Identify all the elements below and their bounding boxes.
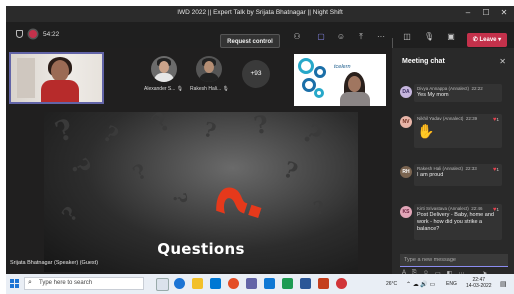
- speaker-video-tile[interactable]: [9, 52, 104, 104]
- more-actions-icon[interactable]: ···: [376, 32, 386, 42]
- message-author: Divya Annappa (Annalect): [417, 86, 470, 91]
- avatar: NV: [400, 116, 412, 128]
- close-window-icon[interactable]: ✕: [498, 8, 510, 17]
- meeting-stage: Alexander S... 🎙 Rakesh Hali... 🎙 +93 tc…: [6, 48, 392, 274]
- message-text: I am proud: [417, 172, 444, 178]
- windows-start-icon[interactable]: [10, 279, 19, 288]
- share-icon[interactable]: ⤒: [356, 32, 366, 42]
- heart-reaction-icon[interactable]: ♥1: [493, 207, 499, 213]
- message-author: Kirti Srivastava (Annalect): [417, 206, 469, 211]
- teams-window: IWD 2022 || Expert Talk by Srijata Bhatn…: [6, 6, 514, 274]
- logo-ring-icon: [298, 58, 314, 74]
- meeting-status: 54:22: [16, 30, 59, 38]
- compose-placeholder: Type a new message: [404, 257, 456, 263]
- question-mark-icon: ?: [202, 177, 281, 233]
- powerpoint-icon[interactable]: [318, 278, 329, 289]
- maximize-icon[interactable]: ☐: [480, 8, 492, 17]
- outlook-icon[interactable]: [264, 278, 275, 289]
- avatar: [196, 56, 223, 82]
- mic-muted-icon: 🎙: [176, 86, 184, 92]
- participant-name: Rakesh Hali...: [190, 86, 222, 92]
- excel-icon[interactable]: [282, 278, 293, 289]
- message-author: Rakesh Hali (Annalect): [417, 166, 464, 171]
- tray-icons[interactable]: ⌃ ☁ 🔊 ▭: [406, 281, 435, 288]
- notifications-icon[interactable]: ▤: [500, 280, 507, 288]
- window-title: IWD 2022 || Expert Talk by Srijata Bhatn…: [177, 9, 343, 16]
- search-icon: ⌕: [28, 279, 32, 286]
- participant-tile[interactable]: Alexander S... 🎙: [144, 56, 183, 92]
- avatar: [150, 56, 177, 82]
- teams-icon[interactable]: [246, 278, 257, 289]
- camera-icon[interactable]: ◫: [402, 32, 412, 42]
- shared-slide: ? ? ? ? ? ? ? ? ? ? ? ? ? Questions: [44, 112, 358, 272]
- chat-header: Meeting chat: [402, 58, 445, 65]
- avatar: RH: [400, 166, 412, 178]
- toolbar-divider: [392, 38, 393, 48]
- mic-muted-icon: 🎙: [222, 86, 229, 92]
- taskbar-search-input[interactable]: ⌕ Type here to search: [24, 277, 144, 290]
- participant-name: Alexander S...: [144, 86, 176, 92]
- request-control-button[interactable]: Request control: [220, 34, 280, 48]
- windows-taskbar: ⌕ Type here to search 26°C ⌃ ☁ 🔊 ▭ ENG 2…: [6, 274, 514, 294]
- meeting-toolbar: 54:22 Request control ⚇ ▢ ☺ ⤒ ··· ◫ 🎙 ▣ …: [6, 22, 514, 48]
- message-time: 22:39: [465, 116, 478, 121]
- share-screen-icon[interactable]: ▣: [446, 32, 456, 42]
- message-time: 22:46: [471, 206, 483, 211]
- raised-hand-icon: ✋: [417, 123, 435, 139]
- title-bar: IWD 2022 || Expert Talk by Srijata Bhatn…: [6, 6, 514, 22]
- phone-icon: ✆: [472, 37, 480, 43]
- heart-reaction-icon[interactable]: ♥1: [493, 167, 499, 173]
- message-text: Yes My mom: [417, 92, 449, 98]
- message-time: 22:22: [471, 86, 483, 91]
- chat-icon[interactable]: ▢: [316, 32, 326, 42]
- avatar: KS: [400, 206, 412, 218]
- meeting-timer: 54:22: [43, 30, 60, 38]
- weather-text[interactable]: 26°C: [386, 281, 397, 287]
- people-icon[interactable]: ⚇: [292, 32, 302, 42]
- edge-icon[interactable]: [174, 278, 185, 289]
- app-icon[interactable]: [336, 278, 347, 289]
- meeting-chat-panel: Meeting chat ✕ DA Divya Annappa (Annalec…: [392, 48, 514, 274]
- message-author: Nikhil Yadav (Annalect): [417, 116, 464, 121]
- task-view-icon[interactable]: [156, 278, 169, 291]
- chat-compose-input[interactable]: Type a new message: [400, 254, 508, 267]
- heart-reaction-icon[interactable]: ♥1: [493, 117, 499, 123]
- shield-icon: [16, 30, 23, 38]
- recording-icon: [29, 30, 37, 38]
- reactions-icon[interactable]: ☺: [336, 32, 346, 42]
- leave-button[interactable]: ✆ Leave ▾: [467, 33, 507, 47]
- clock[interactable]: 22:47 14-03-2022: [466, 277, 492, 289]
- logo-text: tcelern: [334, 64, 351, 70]
- participant-tile[interactable]: Rakesh Hali... 🎙: [190, 56, 229, 92]
- more-participants-badge[interactable]: +93: [242, 60, 270, 88]
- message-text: Post Delivery - Baby, home and work - ho…: [417, 212, 494, 232]
- participant-video-tile[interactable]: tcelern: [294, 54, 386, 106]
- message-time: 22:33: [465, 166, 477, 171]
- store-icon[interactable]: [210, 278, 221, 289]
- language-indicator[interactable]: ENG: [446, 281, 457, 287]
- avatar: DA: [400, 86, 412, 98]
- clock-date: 14-03-2022: [466, 283, 492, 289]
- close-chat-icon[interactable]: ✕: [499, 57, 506, 66]
- chrome-icon[interactable]: [228, 278, 239, 289]
- word-icon[interactable]: [300, 278, 311, 289]
- speaker-name-label: Srijata Bhatnagar (Speaker) (Guest): [10, 260, 99, 266]
- file-explorer-icon[interactable]: [192, 278, 203, 289]
- mic-off-icon[interactable]: 🎙: [424, 32, 434, 42]
- minimize-icon[interactable]: –: [462, 8, 474, 17]
- slide-heading: Questions: [157, 240, 245, 258]
